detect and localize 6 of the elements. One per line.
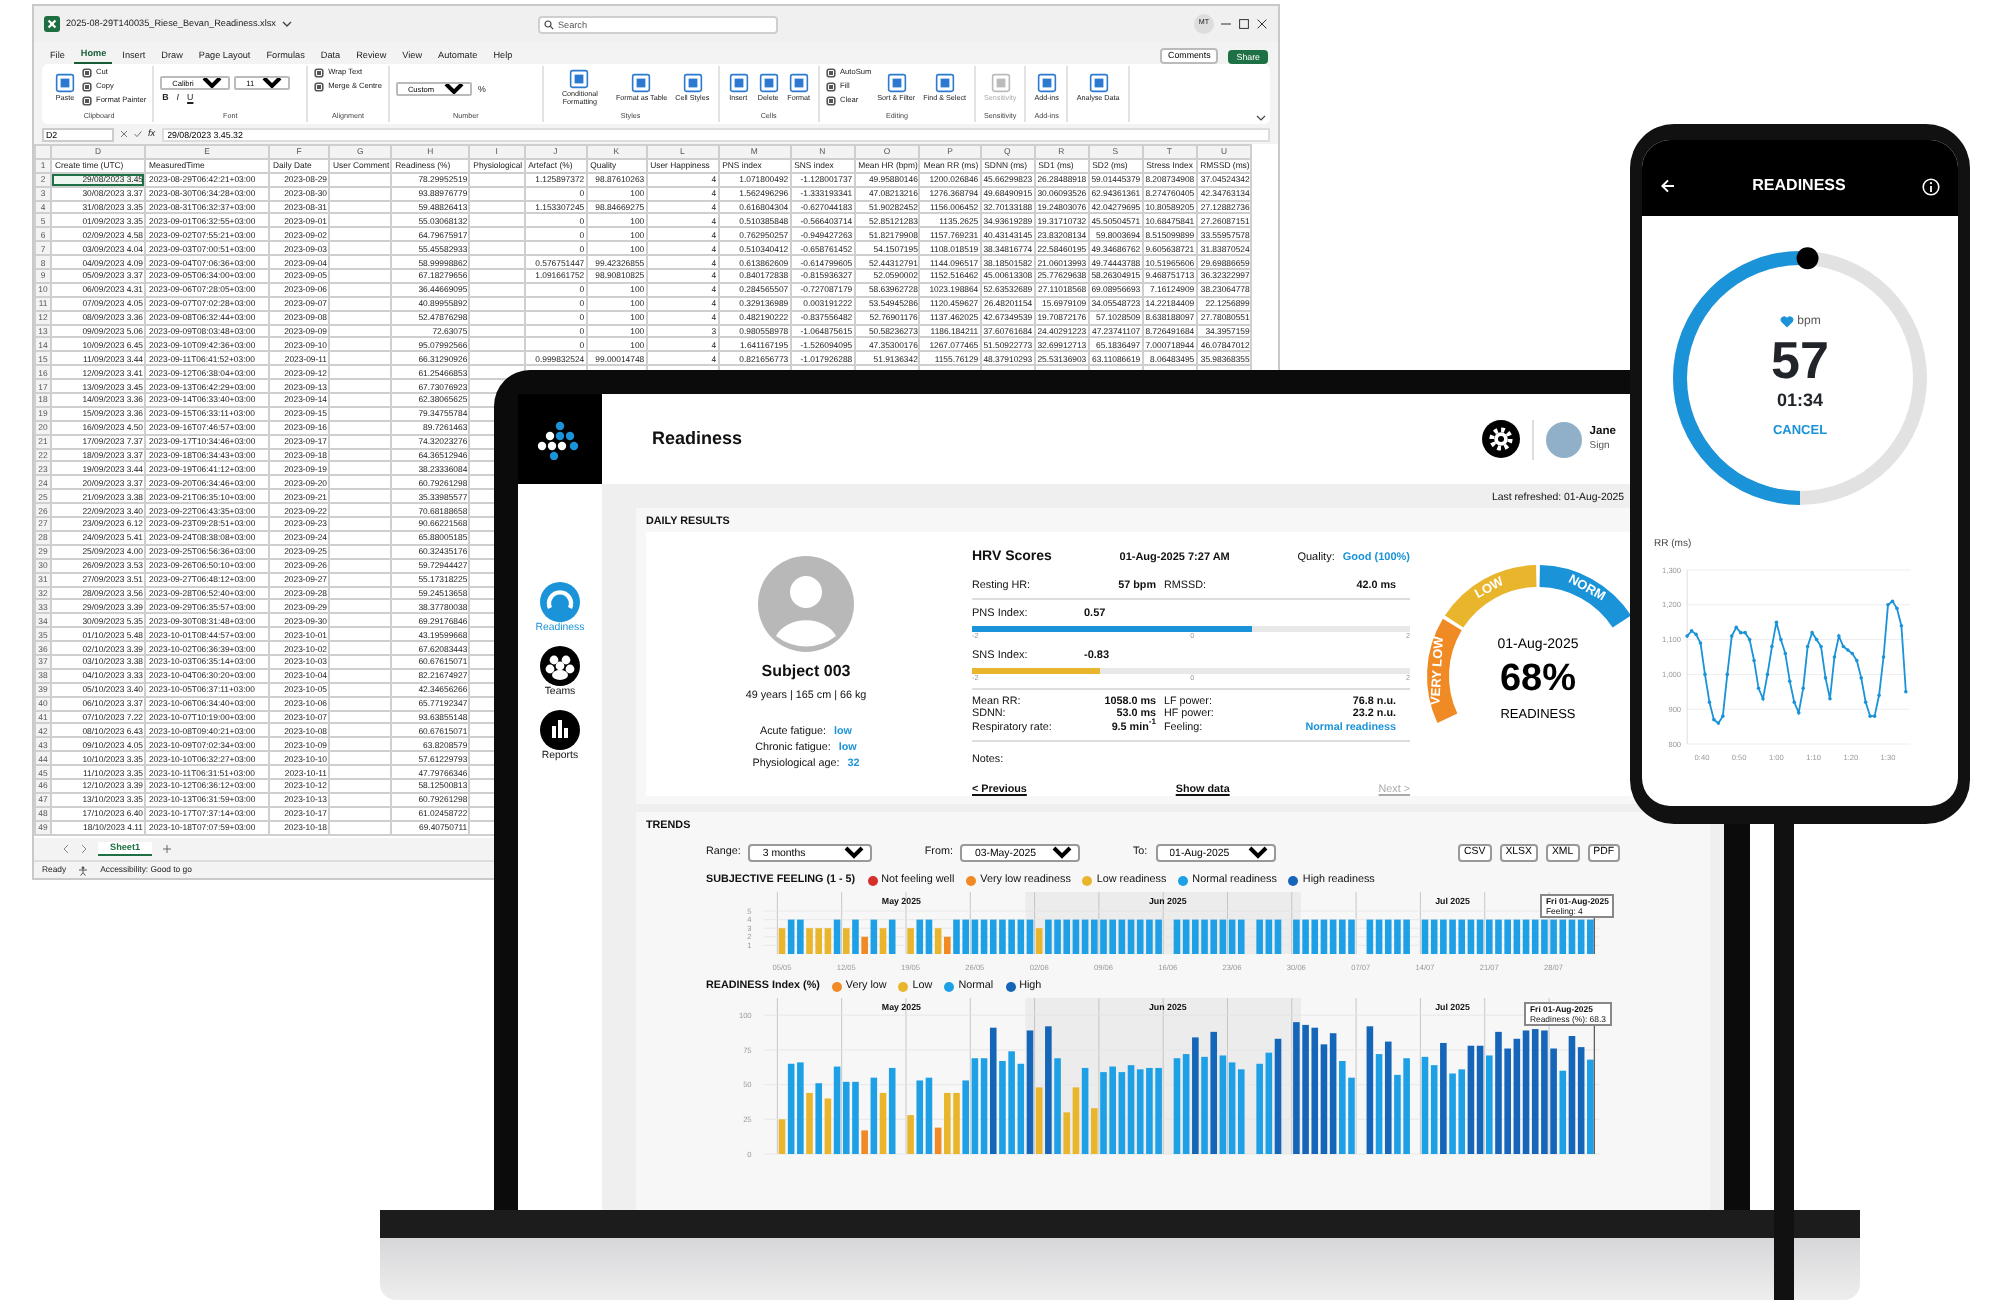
subject-name: Subject 003	[761, 660, 851, 684]
readiness-percentage: 68%	[1499, 658, 1577, 700]
page-title: Readiness	[652, 425, 743, 452]
timer: 01:34	[1776, 387, 1824, 414]
heart-rate-value: 57	[1771, 331, 1829, 388]
screen-title: READINESS	[1752, 174, 1846, 198]
